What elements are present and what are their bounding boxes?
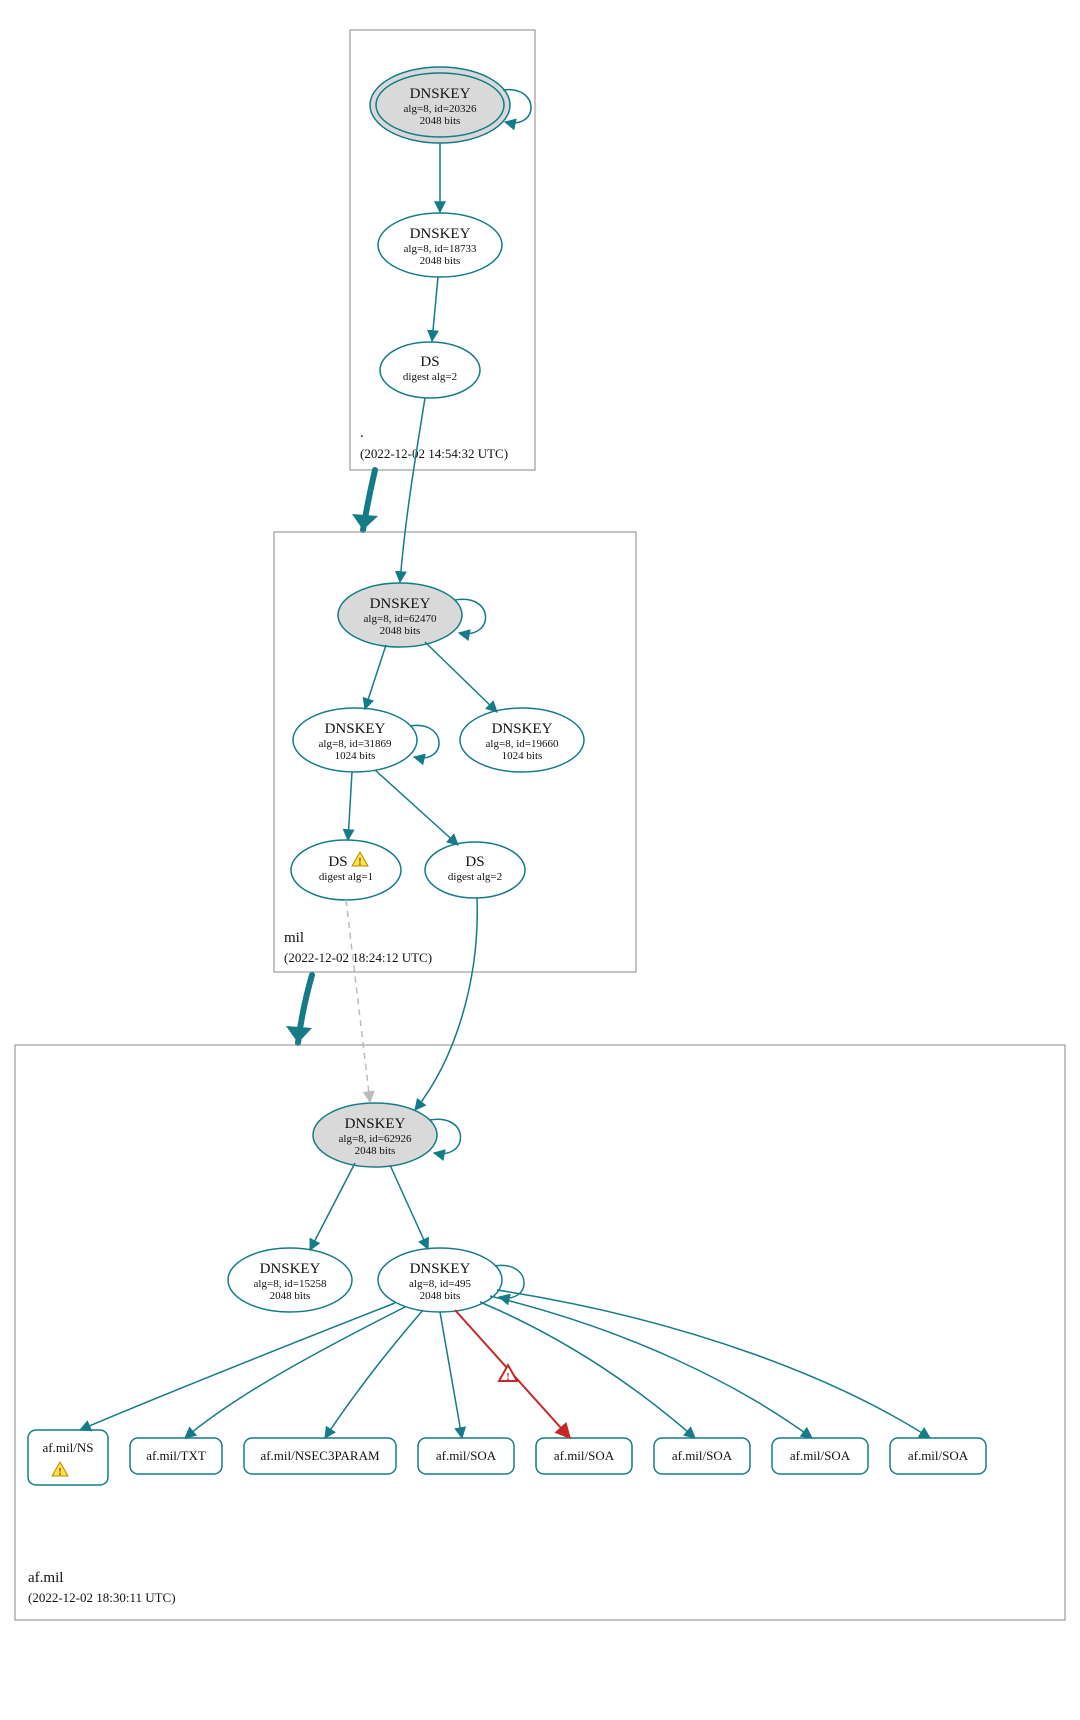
svg-text:1024 bits: 1024 bits [335, 750, 376, 762]
svg-text:DNSKEY: DNSKEY [345, 1116, 406, 1132]
rr-af-soa-5[interactable]: af.mil/SOA [890, 1438, 986, 1474]
svg-text:2048 bits: 2048 bits [420, 255, 461, 267]
svg-text:alg=8, id=15258: alg=8, id=15258 [254, 1278, 327, 1290]
edge-zsk2-soa4 [490, 1296, 812, 1438]
edge-af-ksk-zsk1 [310, 1163, 355, 1250]
ds-mil-alg2[interactable]: DS digest alg=2 [425, 842, 525, 898]
edge-mil-zsk1-ds2 [375, 770, 458, 845]
rr-af-soa-4[interactable]: af.mil/SOA [772, 1438, 868, 1474]
edge-mil-ds2-af-ksk [415, 898, 477, 1110]
svg-text:DS: DS [328, 854, 347, 870]
svg-text:alg=8, id=31869: alg=8, id=31869 [319, 738, 392, 750]
dnskey-mil-zsk-19660[interactable]: DNSKEY alg=8, id=19660 1024 bits [460, 708, 584, 772]
error-icon: ! [499, 1365, 517, 1383]
svg-text:digest alg=2: digest alg=2 [403, 371, 457, 383]
svg-text:2048 bits: 2048 bits [380, 625, 421, 637]
edge-root-ds-mil-ksk [400, 398, 425, 582]
svg-text:2048 bits: 2048 bits [420, 115, 461, 127]
svg-text:af.mil/TXT: af.mil/TXT [146, 1448, 206, 1463]
zone-afmil-label: af.mil [28, 1570, 63, 1586]
edge-zsk2-soa5 [497, 1290, 930, 1438]
svg-text:af.mil/SOA: af.mil/SOA [554, 1448, 615, 1463]
svg-text:alg=8, id=495: alg=8, id=495 [409, 1278, 471, 1290]
svg-text:!: ! [358, 856, 362, 868]
dnskey-afmil-zsk-495[interactable]: DNSKEY alg=8, id=495 2048 bits [378, 1248, 502, 1312]
svg-text:DNSKEY: DNSKEY [325, 721, 386, 737]
ds-root[interactable]: DS digest alg=2 [380, 342, 480, 398]
zone-root-timestamp: (2022-12-02 14:54:32 UTC) [360, 446, 508, 461]
rr-af-soa-1[interactable]: af.mil/SOA [418, 1438, 514, 1474]
svg-text:digest alg=2: digest alg=2 [448, 871, 502, 883]
edge-zsk2-nsec3 [325, 1310, 423, 1438]
svg-text:alg=8, id=62926: alg=8, id=62926 [339, 1133, 412, 1145]
zone-afmil-timestamp: (2022-12-02 18:30:11 UTC) [28, 1590, 176, 1605]
ds-mil-alg1[interactable]: DS digest alg=1 ! [291, 840, 401, 900]
edge-zsk2-ns [80, 1303, 395, 1430]
svg-text:!: ! [506, 1371, 510, 1383]
rr-af-nsec3param[interactable]: af.mil/NSEC3PARAM [244, 1438, 396, 1474]
dnskey-afmil-zsk-15258[interactable]: DNSKEY alg=8, id=15258 2048 bits [228, 1248, 352, 1312]
rr-af-soa-3[interactable]: af.mil/SOA [654, 1438, 750, 1474]
svg-text:af.mil/SOA: af.mil/SOA [790, 1448, 851, 1463]
svg-text:DNSKEY: DNSKEY [260, 1261, 321, 1277]
svg-text:DS: DS [465, 854, 484, 870]
dnskey-afmil-ksk[interactable]: DNSKEY alg=8, id=62926 2048 bits [313, 1103, 437, 1167]
dnskey-root-zsk[interactable]: DNSKEY alg=8, id=18733 2048 bits [378, 213, 502, 277]
svg-text:!: ! [58, 1466, 62, 1478]
zone-root-label: . [360, 425, 364, 441]
edge-root-zsk-ds [432, 277, 438, 341]
edge-mil-zsk1-ds1 [348, 772, 352, 840]
svg-text:2048 bits: 2048 bits [355, 1145, 396, 1157]
svg-text:DS: DS [420, 354, 439, 370]
svg-text:DNSKEY: DNSKEY [492, 721, 553, 737]
svg-text:DNSKEY: DNSKEY [410, 1261, 471, 1277]
dnskey-mil-ksk[interactable]: DNSKEY alg=8, id=62470 2048 bits [338, 583, 462, 647]
svg-text:2048 bits: 2048 bits [270, 1290, 311, 1302]
svg-text:2048 bits: 2048 bits [420, 1290, 461, 1302]
svg-text:af.mil/SOA: af.mil/SOA [672, 1448, 733, 1463]
svg-text:af.mil/NS: af.mil/NS [43, 1440, 94, 1455]
zone-afmil: af.mil (2022-12-02 18:30:11 UTC) [15, 1045, 1065, 1620]
svg-text:1024 bits: 1024 bits [502, 750, 543, 762]
svg-text:alg=8, id=20326: alg=8, id=20326 [404, 103, 477, 115]
zone-mil-timestamp: (2022-12-02 18:24:12 UTC) [284, 950, 432, 965]
svg-text:DNSKEY: DNSKEY [370, 596, 431, 612]
edge-af-ksk-zsk2 [390, 1165, 428, 1249]
zone-mil-label: mil [284, 930, 304, 946]
rr-af-txt[interactable]: af.mil/TXT [130, 1438, 222, 1474]
edge-zsk2-soa1 [440, 1312, 462, 1438]
svg-text:alg=8, id=62470: alg=8, id=62470 [364, 613, 437, 625]
svg-text:af.mil/SOA: af.mil/SOA [908, 1448, 969, 1463]
edge-mil-ksk-zsk1 [365, 645, 386, 709]
rr-af-ns[interactable]: af.mil/NS ! [28, 1430, 108, 1485]
edge-zsk2-soa3 [480, 1302, 695, 1438]
svg-text:af.mil/SOA: af.mil/SOA [436, 1448, 497, 1463]
edge-mil-ds1-af-ksk [346, 900, 370, 1102]
svg-text:digest alg=1: digest alg=1 [319, 871, 373, 883]
svg-text:DNSKEY: DNSKEY [410, 86, 471, 102]
rr-af-soa-2[interactable]: af.mil/SOA [536, 1438, 632, 1474]
edge-mil-ksk-zsk2 [425, 642, 497, 712]
svg-text:alg=8, id=19660: alg=8, id=19660 [486, 738, 559, 750]
svg-text:alg=8, id=18733: alg=8, id=18733 [404, 243, 477, 255]
svg-text:DNSKEY: DNSKEY [410, 226, 471, 242]
svg-text:af.mil/NSEC3PARAM: af.mil/NSEC3PARAM [260, 1448, 380, 1463]
dnskey-mil-zsk-31869[interactable]: DNSKEY alg=8, id=31869 1024 bits [293, 708, 417, 772]
dnskey-root-ksk[interactable]: DNSKEY alg=8, id=20326 2048 bits [370, 67, 510, 143]
